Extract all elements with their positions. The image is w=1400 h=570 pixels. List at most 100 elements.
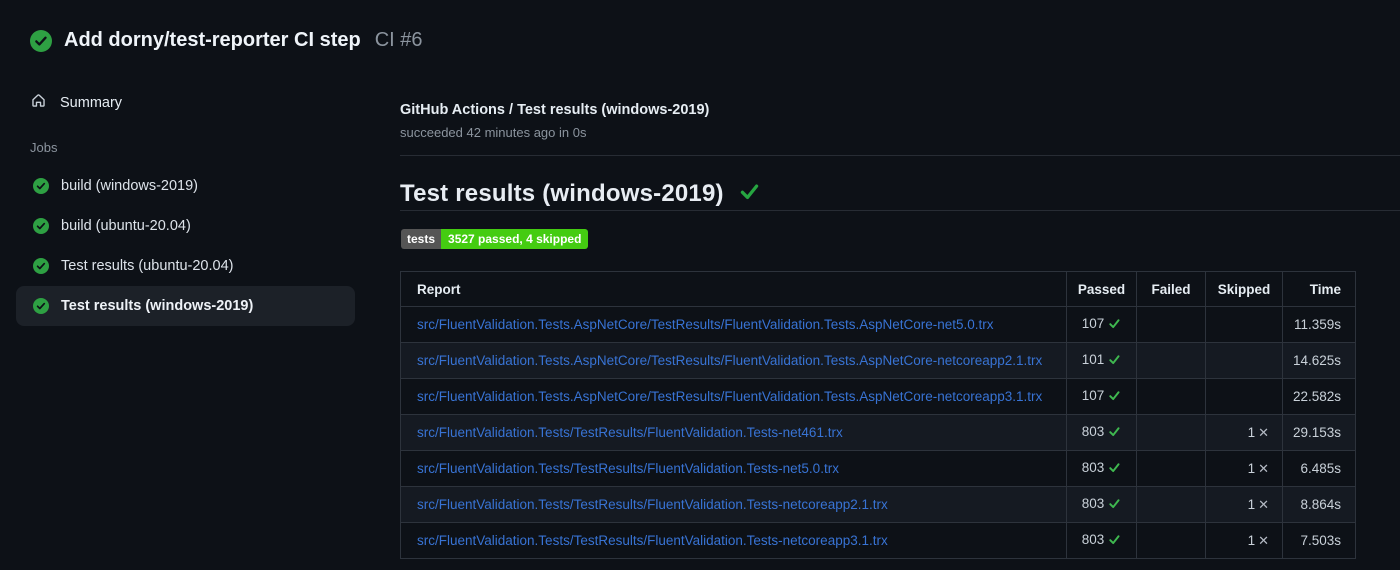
time-cell: 8.864s — [1282, 486, 1356, 523]
time-cell: 22.582s — [1282, 378, 1356, 415]
table-row: src/FluentValidation.Tests.AspNetCore/Te… — [400, 306, 1356, 343]
skipped-cell: 1 ✕ — [1205, 486, 1283, 523]
table-row: src/FluentValidation.Tests.AspNetCore/Te… — [400, 378, 1356, 415]
results-table-body: src/FluentValidation.Tests.AspNetCore/Te… — [400, 306, 1356, 559]
job-label: Test results (windows-2019) — [61, 298, 254, 314]
passed-check-icon — [1108, 461, 1121, 477]
time-cell: 7.503s — [1282, 522, 1356, 559]
report-cell: src/FluentValidation.Tests/TestResults/F… — [400, 414, 1067, 451]
skipped-cell: 1 ✕ — [1205, 414, 1283, 451]
passed-check-icon — [1108, 353, 1121, 369]
column-header-skipped: Skipped — [1205, 271, 1283, 307]
passed-cell: 803 — [1066, 486, 1137, 523]
failed-cell — [1136, 486, 1206, 523]
passed-cell: 803 — [1066, 522, 1137, 559]
summary-label: Summary — [60, 95, 123, 111]
failed-cell — [1136, 378, 1206, 415]
report-link[interactable]: src/FluentValidation.Tests.AspNetCore/Te… — [417, 389, 1042, 404]
time-cell: 14.625s — [1282, 342, 1356, 379]
job-label: build (windows-2019) — [61, 178, 199, 194]
passed-check-icon — [1108, 533, 1121, 549]
job-label: Test results (ubuntu-20.04) — [61, 258, 234, 274]
run-number: CI #6 — [374, 29, 423, 51]
sidebar-item-summary[interactable]: Summary — [30, 90, 122, 116]
job-success-icon — [33, 258, 49, 274]
report-link[interactable]: src/FluentValidation.Tests/TestResults/F… — [417, 425, 843, 440]
badge-label: tests — [401, 229, 442, 249]
time-cell: 6.485s — [1282, 450, 1356, 487]
passed-cell: 107 — [1066, 378, 1137, 415]
report-cell: src/FluentValidation.Tests/TestResults/F… — [400, 450, 1067, 487]
run-header: Add dorny/test-reporter CI step CI #6 — [30, 29, 423, 52]
passed-check-icon — [1108, 389, 1121, 405]
report-cell: src/FluentValidation.Tests/TestResults/F… — [400, 522, 1067, 559]
skipped-cell — [1205, 378, 1283, 415]
time-cell: 29.153s — [1282, 414, 1356, 451]
report-link[interactable]: src/FluentValidation.Tests.AspNetCore/Te… — [417, 317, 994, 332]
failed-cell — [1136, 342, 1206, 379]
passed-check-icon — [1108, 497, 1121, 513]
tests-badge[interactable]: tests 3527 passed, 4 skipped — [401, 229, 589, 249]
run-title: Add dorny/test-reporter CI step — [64, 29, 361, 51]
time-cell: 11.359s — [1282, 306, 1356, 343]
column-header-report: Report — [400, 271, 1067, 307]
table-row: src/FluentValidation.Tests.AspNetCore/Te… — [400, 342, 1356, 379]
section-heading: Test results (windows-2019) — [400, 180, 760, 208]
sidebar-job-item-1[interactable]: build (ubuntu-20.04) — [16, 206, 355, 246]
check-status-text: succeeded 42 minutes ago in 0s — [400, 125, 587, 140]
report-cell: src/FluentValidation.Tests.AspNetCore/Te… — [400, 342, 1067, 379]
sidebar-job-item-2[interactable]: Test results (ubuntu-20.04) — [16, 246, 355, 286]
passed-cell: 101 — [1066, 342, 1137, 379]
skipped-cell — [1205, 342, 1283, 379]
failed-cell — [1136, 306, 1206, 343]
results-table: Report Passed Failed Skipped Time src/Fl… — [400, 271, 1356, 559]
jobs-list: build (windows-2019) build (ubuntu-20.04)… — [16, 166, 355, 326]
passed-check-icon — [1108, 317, 1121, 333]
section-title: Test results (windows-2019) — [400, 180, 724, 207]
divider — [400, 155, 1400, 156]
report-link[interactable]: src/FluentValidation.Tests/TestResults/F… — [417, 533, 888, 548]
report-link[interactable]: src/FluentValidation.Tests.AspNetCore/Te… — [417, 353, 1042, 368]
report-link[interactable]: src/FluentValidation.Tests/TestResults/F… — [417, 497, 888, 512]
failed-cell — [1136, 522, 1206, 559]
job-success-icon — [33, 298, 49, 314]
home-icon — [30, 92, 47, 114]
table-row: src/FluentValidation.Tests/TestResults/F… — [400, 414, 1356, 451]
column-header-time: Time — [1282, 271, 1356, 307]
workflow-run-page: Add dorny/test-reporter CI step CI #6 Su… — [0, 0, 1400, 570]
table-row: src/FluentValidation.Tests/TestResults/F… — [400, 522, 1356, 559]
check-title: GitHub Actions / Test results (windows-2… — [400, 102, 710, 118]
skipped-x-icon: ✕ — [1258, 532, 1269, 548]
skipped-cell: 1 ✕ — [1205, 450, 1283, 487]
badge-value: 3527 passed, 4 skipped — [441, 229, 589, 249]
skipped-cell — [1205, 306, 1283, 343]
table-header-row: Report Passed Failed Skipped Time — [400, 271, 1356, 307]
jobs-section-label: Jobs — [30, 140, 58, 155]
sidebar-job-item-0[interactable]: build (windows-2019) — [16, 166, 355, 206]
report-cell: src/FluentValidation.Tests.AspNetCore/Te… — [400, 378, 1067, 415]
passed-check-icon — [1108, 425, 1121, 441]
passed-cell: 803 — [1066, 450, 1137, 487]
column-header-passed: Passed — [1066, 271, 1137, 307]
failed-cell — [1136, 450, 1206, 487]
job-label: build (ubuntu-20.04) — [61, 218, 191, 234]
job-success-icon — [33, 218, 49, 234]
skipped-x-icon: ✕ — [1258, 460, 1269, 476]
table-row: src/FluentValidation.Tests/TestResults/F… — [400, 450, 1356, 487]
heading-check-icon — [739, 181, 760, 207]
report-link[interactable]: src/FluentValidation.Tests/TestResults/F… — [417, 461, 839, 476]
failed-cell — [1136, 414, 1206, 451]
sidebar-job-item-3[interactable]: Test results (windows-2019) — [16, 286, 355, 326]
skipped-cell: 1 ✕ — [1205, 522, 1283, 559]
table-row: src/FluentValidation.Tests/TestResults/F… — [400, 486, 1356, 523]
skipped-x-icon: ✕ — [1258, 496, 1269, 512]
report-cell: src/FluentValidation.Tests/TestResults/F… — [400, 486, 1067, 523]
skipped-x-icon: ✕ — [1258, 424, 1269, 440]
passed-cell: 107 — [1066, 306, 1137, 343]
passed-cell: 803 — [1066, 414, 1137, 451]
divider — [400, 210, 1400, 211]
run-success-icon — [30, 29, 52, 52]
check-header: GitHub Actions / Test results (windows-2… — [400, 102, 709, 140]
report-cell: src/FluentValidation.Tests.AspNetCore/Te… — [400, 306, 1067, 343]
column-header-failed: Failed — [1136, 271, 1206, 307]
